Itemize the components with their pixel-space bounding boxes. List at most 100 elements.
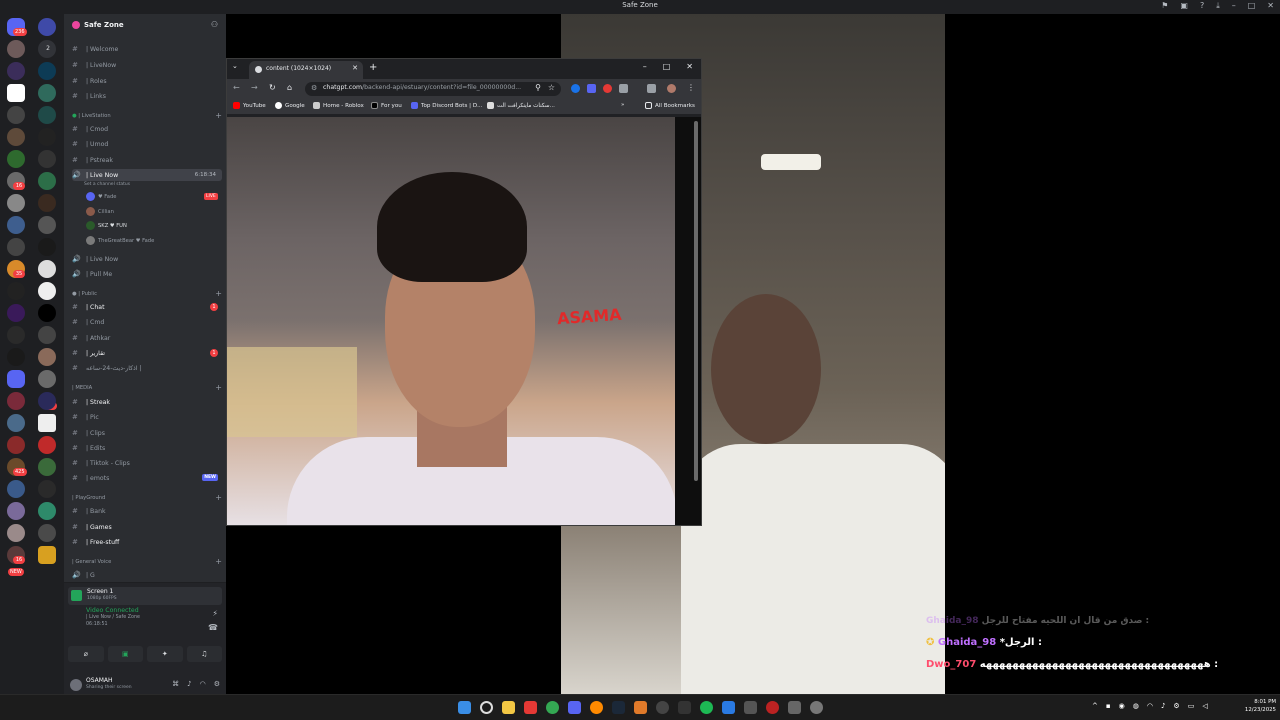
voice-user[interactable]: SKZ ♥ FUN	[86, 220, 127, 232]
screen-share-card[interactable]: Screen 1 1080p 60FPS	[68, 587, 222, 605]
add-channel-icon[interactable]: +	[215, 492, 222, 504]
close-button[interactable]: ✕	[1267, 1, 1274, 11]
channel-reports[interactable]: # | تقارير 1	[72, 347, 222, 359]
bookmarks-overflow-icon[interactable]: »	[621, 102, 624, 108]
channel-pic[interactable]: # | Pic	[72, 411, 222, 423]
server-header[interactable]: Safe Zone ⚇	[64, 14, 226, 36]
browser-window[interactable]: ⌄ content (1024×1024) ✕ + – □ ✕ ← → ↻ ⌂ …	[226, 58, 702, 526]
site-info-icon[interactable]: ⚙	[311, 84, 317, 92]
address-bar[interactable]: ⚙ chatgpt.com/backend-api/estuary/conten…	[305, 82, 561, 96]
category-playground[interactable]: | PlayGround +	[72, 492, 222, 504]
server-icon[interactable]	[38, 106, 56, 124]
server-icon[interactable]	[38, 260, 56, 278]
zoom-icon[interactable]: ⚲	[535, 83, 541, 92]
tray-app-icon[interactable]: ▪	[1106, 702, 1111, 710]
category-general-voice[interactable]: | General Voice +	[72, 556, 222, 568]
server-icon[interactable]	[7, 238, 25, 256]
username[interactable]: OSAMAH	[86, 677, 113, 684]
server-icon[interactable]	[38, 194, 56, 212]
server-icon[interactable]	[7, 392, 25, 410]
server-icon[interactable]	[7, 150, 25, 168]
close-button[interactable]: ✕	[686, 62, 693, 71]
gamepad-icon[interactable]: ⌘	[172, 680, 179, 688]
scrollbar[interactable]	[694, 121, 698, 481]
channel-tiktok-clips[interactable]: # | Tiktok - Clips	[72, 457, 222, 469]
channel-bank[interactable]: # | Bank	[72, 505, 222, 517]
bookmark-roblox[interactable]: Home - Roblox	[313, 102, 364, 109]
voice-user[interactable]: Cillian	[86, 206, 114, 218]
server-icon[interactable]	[7, 128, 25, 146]
channel-chat[interactable]: # | Chat 1	[72, 301, 222, 313]
server-icon[interactable]	[7, 524, 25, 542]
avatar[interactable]	[70, 679, 82, 691]
server-icon[interactable]	[38, 414, 56, 432]
server-icon[interactable]	[38, 502, 56, 520]
server-icon[interactable]	[38, 480, 56, 498]
browser-content[interactable]: ASAMA	[227, 117, 701, 525]
server-icon[interactable]	[38, 150, 56, 168]
app-icon[interactable]	[678, 701, 691, 714]
extension-icon[interactable]	[587, 84, 596, 93]
discord-icon[interactable]	[568, 701, 581, 714]
reload-icon[interactable]: ↻	[269, 83, 276, 92]
channel-welcome[interactable]: # | Welcome	[72, 43, 222, 55]
spotify-icon[interactable]	[700, 701, 713, 714]
channel-games[interactable]: # | Games	[72, 521, 222, 533]
volume-icon[interactable]: ◁	[1202, 702, 1207, 710]
server-icon[interactable]	[38, 348, 56, 366]
minimize-button[interactable]: –	[643, 62, 647, 71]
extension-icon[interactable]	[603, 84, 612, 93]
download-icon[interactable]: ⤓	[1216, 1, 1220, 11]
server-icon[interactable]	[38, 238, 56, 256]
bookmark-top-discord-bots[interactable]: Top Discord Bots | D...	[411, 102, 482, 109]
noise-suppression-icon[interactable]: ⚡	[212, 609, 218, 618]
server-icon[interactable]	[7, 414, 25, 432]
mic-icon[interactable]: ♪	[1161, 702, 1165, 710]
bookmark-star-icon[interactable]: ☆	[548, 83, 555, 92]
category-media[interactable]: | MEDIA +	[72, 382, 222, 394]
server-icon[interactable]	[7, 502, 25, 520]
server-icon[interactable]	[38, 304, 56, 322]
channel-athkar[interactable]: # | Athkar	[72, 332, 222, 344]
help-icon[interactable]: ?	[1200, 1, 1204, 11]
server-icon[interactable]	[38, 458, 56, 476]
app-icon[interactable]	[634, 701, 647, 714]
settings-icon[interactable]: ⚙	[1173, 702, 1179, 710]
soundboard-button[interactable]: ♫	[186, 646, 222, 662]
server-icon[interactable]	[38, 128, 56, 146]
disconnect-icon[interactable]: ☎	[208, 623, 218, 632]
channel-athkar-24[interactable]: # اذكار-ديث-24-ساعه |	[72, 362, 222, 374]
app-icon[interactable]	[590, 701, 603, 714]
media-icon[interactable]	[647, 84, 656, 93]
back-icon[interactable]: ←	[233, 83, 240, 92]
chevron-up-icon[interactable]: ^	[1092, 702, 1098, 710]
server-icon[interactable]	[38, 84, 56, 102]
server-icon[interactable]	[7, 304, 25, 322]
server-icon[interactable]	[7, 40, 25, 58]
server-icon[interactable]	[7, 62, 25, 80]
channel-streak[interactable]: # | Streak	[72, 396, 222, 408]
home-icon[interactable]: ⌂	[287, 83, 292, 92]
server-icon[interactable]	[38, 370, 56, 388]
server-icon[interactable]	[38, 436, 56, 454]
invite-icon[interactable]: ⚇	[211, 20, 218, 29]
server-icon[interactable]	[38, 546, 56, 564]
bookmark-youtube[interactable]: YouTube	[233, 102, 266, 109]
all-bookmarks-folder[interactable]: All Bookmarks	[645, 102, 695, 109]
server-icon[interactable]	[38, 326, 56, 344]
channel-edits[interactable]: # | Edits	[72, 442, 222, 454]
app-icon[interactable]	[744, 701, 757, 714]
category-livestation[interactable]: ● | LiveStation +	[72, 110, 222, 122]
channel-umod[interactable]: # | Umod	[72, 138, 222, 150]
close-tab-icon[interactable]: ✕	[352, 64, 358, 72]
add-channel-icon[interactable]: +	[215, 382, 222, 394]
bookmark-x[interactable]: For you	[371, 102, 402, 109]
screen-share-button[interactable]: ▣	[107, 646, 143, 662]
microphone-icon[interactable]: ♪	[187, 680, 191, 688]
channel-cmod[interactable]: # | Cmod	[72, 123, 222, 135]
server-icon[interactable]	[38, 62, 56, 80]
clock[interactable]: 8:01 PM 12/23/2025	[1245, 698, 1276, 718]
forward-icon[interactable]: →	[251, 83, 258, 92]
app-icon[interactable]	[722, 701, 735, 714]
channel-pstreak[interactable]: # | Pstreak	[72, 154, 222, 166]
